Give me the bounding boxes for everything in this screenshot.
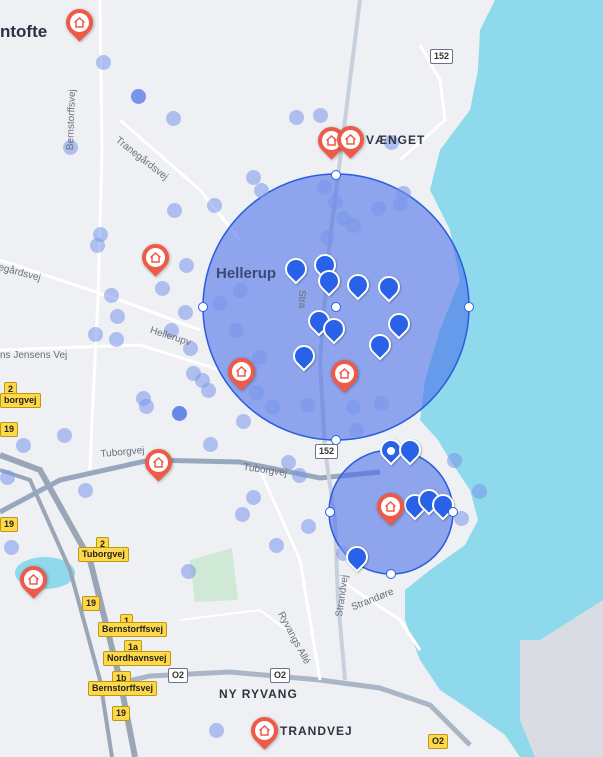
home-icon xyxy=(235,365,248,377)
listing-dot[interactable] xyxy=(104,288,119,303)
route-shield: Bernstorffsvej xyxy=(88,681,158,696)
listing-dot[interactable] xyxy=(374,396,389,411)
listing-dot[interactable] xyxy=(155,281,170,296)
listing-dot[interactable] xyxy=(178,305,193,320)
listing-dot[interactable] xyxy=(236,414,251,429)
listing-dot[interactable] xyxy=(233,283,248,298)
place-label-vaenget: VÆNGET xyxy=(366,133,426,147)
listing-dot[interactable] xyxy=(346,400,361,415)
home-icon xyxy=(344,133,357,145)
listing-dot[interactable] xyxy=(110,309,125,324)
route-shield: 19 xyxy=(112,706,131,721)
listing-dot[interactable] xyxy=(317,180,332,195)
listing-dot[interactable] xyxy=(265,400,280,415)
route-shield: 19 xyxy=(82,596,101,611)
listing-dot[interactable] xyxy=(472,484,487,499)
listing-dot[interactable] xyxy=(78,483,93,498)
listing-dot[interactable] xyxy=(229,323,244,338)
route-shield: O2 xyxy=(270,668,291,683)
street-label-jensens-vej: ns Jensens Vej xyxy=(0,350,68,361)
home-icon xyxy=(338,367,351,379)
home-icon xyxy=(149,251,162,263)
listing-dot[interactable] xyxy=(212,296,227,311)
listing-dot[interactable] xyxy=(109,332,124,347)
radius-handle[interactable] xyxy=(331,302,341,312)
route-shield: 152 xyxy=(315,444,339,459)
listing-dot[interactable] xyxy=(139,399,154,414)
listing-dot[interactable] xyxy=(346,218,361,233)
listing-dot[interactable] xyxy=(246,490,261,505)
radius-handle[interactable] xyxy=(325,507,335,517)
route-shield: 152 xyxy=(430,49,454,64)
route-shield: Bernstorffsvej xyxy=(98,622,168,637)
radius-handle[interactable] xyxy=(386,569,396,579)
home-icon xyxy=(152,456,165,468)
listing-dot[interactable] xyxy=(131,89,146,104)
listing-dot[interactable] xyxy=(254,183,269,198)
listing-dot[interactable] xyxy=(96,55,111,70)
place-label-hellerup: Hellerup xyxy=(216,265,277,282)
listing-dot[interactable] xyxy=(235,507,250,522)
street-label-strandvej-north: Stra xyxy=(296,290,307,309)
route-shield: Nordhavnsvej xyxy=(103,651,171,666)
radius-handle[interactable] xyxy=(386,446,396,456)
route-shield: borgvej xyxy=(0,393,41,408)
listing-dot[interactable] xyxy=(57,428,72,443)
listing-dot[interactable] xyxy=(292,468,307,483)
harbour xyxy=(520,640,603,757)
listing-dot[interactable] xyxy=(252,350,267,365)
route-shield: O2 xyxy=(428,734,449,749)
route-shield: O2 xyxy=(168,668,189,683)
route-shield: 19 xyxy=(0,422,19,437)
place-label-ny-ryvang: NY RYVANG xyxy=(219,687,298,701)
listing-dot[interactable] xyxy=(90,238,105,253)
listing-dot[interactable] xyxy=(447,453,462,468)
listing-dot[interactable] xyxy=(0,470,15,485)
listing-dot[interactable] xyxy=(371,201,386,216)
home-icon xyxy=(258,724,271,736)
place-label-strandvej: TRANDVEJ xyxy=(280,724,353,738)
listing-dot[interactable] xyxy=(207,198,222,213)
radius-handle[interactable] xyxy=(464,302,474,312)
listing-dot[interactable] xyxy=(328,195,343,210)
listing-dot[interactable] xyxy=(172,406,187,421)
radius-handle[interactable] xyxy=(331,170,341,180)
radius-handle[interactable] xyxy=(198,302,208,312)
listing-dot[interactable] xyxy=(88,327,103,342)
place-label-gentofte: ntofte xyxy=(0,22,48,41)
listing-dot[interactable] xyxy=(349,423,364,438)
listing-dot[interactable] xyxy=(16,438,31,453)
listing-dot[interactable] xyxy=(313,108,328,123)
listing-dot[interactable] xyxy=(320,230,335,245)
home-icon xyxy=(384,500,397,512)
listing-dot[interactable] xyxy=(269,538,284,553)
listing-dot[interactable] xyxy=(167,203,182,218)
listing-dot[interactable] xyxy=(300,398,315,413)
street-label-bernstorffsvej: Bernstorffsvej xyxy=(65,89,79,151)
route-shield: 19 xyxy=(0,517,19,532)
listing-dot[interactable] xyxy=(209,723,224,738)
listing-dot[interactable] xyxy=(181,564,196,579)
home-icon xyxy=(27,573,40,585)
listing-dot[interactable] xyxy=(301,519,316,534)
route-shield: Tuborgvej xyxy=(78,547,129,562)
listing-dot[interactable] xyxy=(179,258,194,273)
listing-dot[interactable] xyxy=(166,111,181,126)
listing-dot[interactable] xyxy=(201,383,216,398)
radius-handle[interactable] xyxy=(448,507,458,517)
listing-dot[interactable] xyxy=(4,540,19,555)
map-canvas[interactable]: ntofte VÆNGET Hellerup NY RYVANG TRANDVE… xyxy=(0,0,603,757)
listing-dot[interactable] xyxy=(289,110,304,125)
listing-dot[interactable] xyxy=(203,437,218,452)
home-icon xyxy=(73,16,86,28)
listing-dot[interactable] xyxy=(393,197,408,212)
listing-dot[interactable] xyxy=(249,385,264,400)
